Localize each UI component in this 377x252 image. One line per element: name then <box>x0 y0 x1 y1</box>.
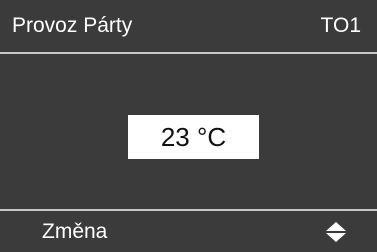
mode-title: Provoz Párty <box>12 14 133 37</box>
change-label[interactable]: Změna <box>42 220 107 244</box>
controller-screen: Provoz Párty TO1 23 °C Změna <box>0 0 377 252</box>
footer-bar: Změna <box>0 211 377 252</box>
header-divider <box>0 52 377 54</box>
up-down-arrows-icon[interactable] <box>325 221 347 243</box>
header-bar: Provoz Párty TO1 <box>0 0 377 52</box>
circuit-code: TO1 <box>320 14 361 37</box>
temperature-value[interactable]: 23 °C <box>128 115 259 159</box>
